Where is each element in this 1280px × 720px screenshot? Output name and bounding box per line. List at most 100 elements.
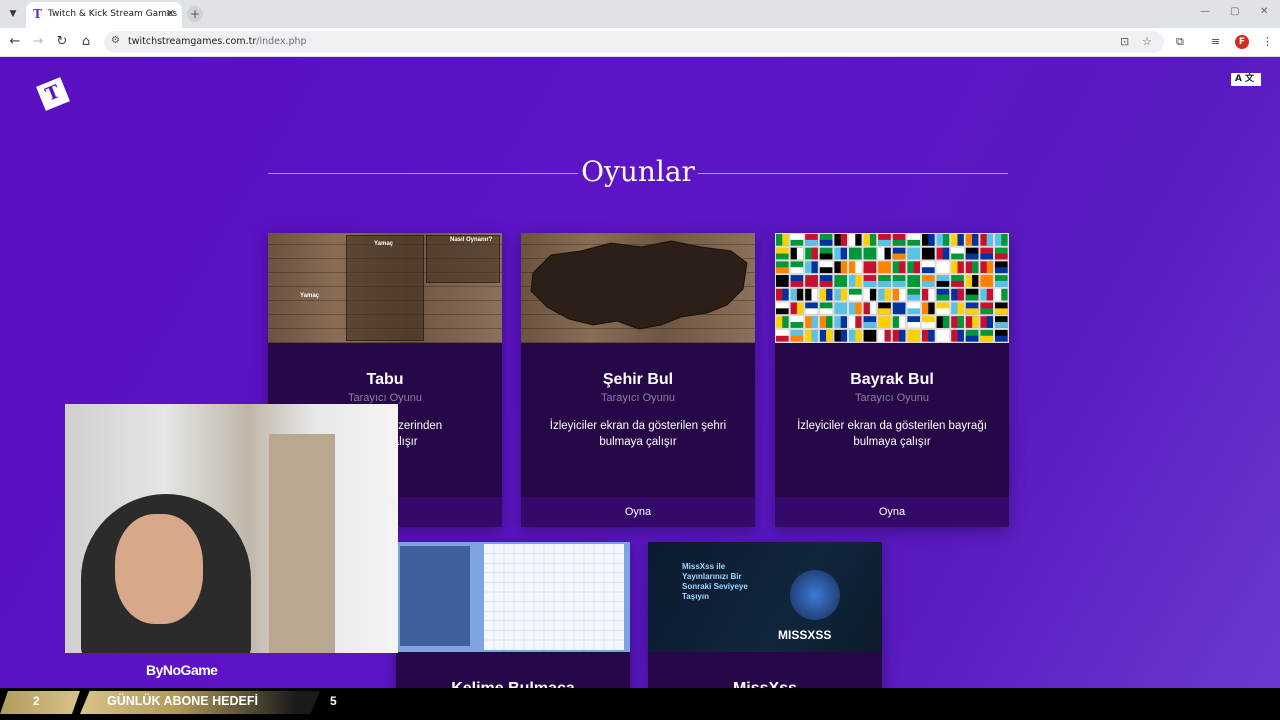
word-panel (400, 546, 470, 646)
play-button[interactable]: Oyna (775, 497, 1009, 527)
flag-tile (863, 261, 877, 274)
flag-tile (907, 275, 920, 287)
card-title: Tabu (366, 371, 404, 388)
subscriber-goal-bar: 2 GÜNLÜK ABONE HEDEFİ 5 (0, 688, 1280, 720)
play-button[interactable]: Oyna (521, 497, 755, 527)
flag-tile (922, 261, 935, 274)
flag-tile (965, 275, 979, 287)
turkey-map-thumbnail (521, 233, 755, 343)
flag-tile (863, 275, 877, 287)
flag-tile (878, 302, 891, 315)
flag-tile (878, 316, 891, 328)
flag-tile (907, 247, 920, 260)
flag-tile (805, 261, 818, 274)
flag-tile (965, 247, 979, 260)
mascot-icon (790, 570, 840, 620)
forward-icon[interactable]: → (30, 34, 46, 50)
close-icon[interactable]: ✕ (166, 7, 175, 20)
flag-tile (819, 234, 833, 246)
flag-tile (980, 261, 993, 274)
flag-tile (951, 302, 964, 315)
game-card-sehir-bul[interactable]: Şehir Bul Tarayıcı Oyunu İzleyiciler ekr… (521, 233, 755, 527)
site-logo[interactable]: T (36, 77, 70, 111)
flag-tile (892, 302, 906, 315)
card-title: Kelime Bulmaca (396, 680, 630, 688)
reload-icon[interactable]: ↻ (54, 34, 70, 50)
flag-tile (907, 234, 920, 246)
card-title: Şehir Bul (602, 371, 674, 388)
goal-left-segment (0, 691, 80, 714)
flag-tile (819, 275, 833, 287)
flag-tile (936, 247, 950, 260)
flag-tile (776, 302, 789, 315)
flag-tile (776, 288, 789, 301)
back-icon[interactable]: ← (7, 34, 23, 50)
minimize-icon[interactable]: — (1200, 6, 1210, 17)
flag-tile (951, 329, 964, 342)
flag-tile (819, 247, 833, 260)
goal-target: 5 (330, 694, 337, 708)
flag-tile (849, 275, 862, 287)
flag-tile (849, 261, 862, 274)
flag-tile (936, 329, 950, 342)
missxss-bg: MissXss ile Yayınlarınızı Bir Sonraki Se… (648, 542, 882, 652)
flag-tile (805, 288, 818, 301)
language-button[interactable]: A文 (1231, 73, 1261, 86)
flag-tile (892, 261, 906, 274)
flag-tile (951, 247, 964, 260)
flag-tile (863, 288, 877, 301)
flag-tile (790, 288, 804, 301)
flag-tile (776, 275, 789, 287)
new-tab-button[interactable]: + (187, 6, 203, 22)
url-text: twitchstreamgames.com.tr/index.php (128, 36, 307, 47)
browser-toolbar: ← → ↻ ⌂ ⚙ twitchstreamgames.com.tr/index… (0, 28, 1280, 57)
window-close-icon[interactable]: ✕ (1260, 6, 1268, 17)
flag-tile (819, 329, 833, 342)
address-bar[interactable]: ⚙ twitchstreamgames.com.tr/index.php ⊡ ☆ (104, 31, 1164, 53)
flag-tile (819, 261, 833, 274)
bookmark-star-icon[interactable]: ☆ (1142, 35, 1152, 48)
flag-tile (995, 316, 1008, 328)
flag-tile (863, 234, 877, 246)
flag-tile (776, 316, 789, 328)
site-info-icon[interactable]: ⚙ (111, 35, 120, 46)
tab-search-icon[interactable]: ▼ (6, 7, 20, 21)
flag-tile (892, 234, 906, 246)
turkey-map-shape (530, 240, 748, 330)
restore-icon[interactable]: ▢ (1230, 6, 1239, 17)
browser-tab[interactable]: T Twitch & Kick Stream Games ✕ (26, 2, 182, 28)
media-control-icon[interactable]: ≡ (1211, 35, 1220, 48)
flag-tile (805, 234, 818, 246)
flag-tile (878, 234, 891, 246)
home-icon[interactable]: ⌂ (78, 34, 94, 50)
game-card-missxss[interactable]: MissXss ile Yayınlarınızı Bir Sonraki Se… (648, 542, 882, 688)
game-card-kelime-bulmaca[interactable]: Kelime Bulmaca (396, 542, 630, 688)
flag-tile (922, 288, 935, 301)
flag-tile (995, 329, 1008, 342)
flag-tile (936, 234, 950, 246)
install-app-icon[interactable]: ⊡ (1120, 35, 1129, 48)
bookshelf (269, 434, 335, 653)
brand-logo: ByNoGame (146, 662, 218, 678)
flag-tile (965, 261, 979, 274)
extensions-icon[interactable]: ⧉ (1176, 35, 1184, 49)
card-description: İzleyiciler ekran da gösterilen şehri bu… (549, 420, 727, 448)
game-card-bayrak-bul[interactable]: Bayrak Bul Tarayıcı Oyunu İzleyiciler ek… (775, 233, 1009, 527)
flag-tile (790, 329, 804, 342)
flag-tile (834, 275, 847, 287)
flag-tile (995, 247, 1008, 260)
flag-tile (907, 316, 920, 328)
card-title: Bayrak Bul (850, 371, 934, 388)
flag-tile (965, 329, 979, 342)
card-description: İzleyiciler ekran da gösterilen bayrağı … (797, 420, 987, 448)
profile-avatar-icon[interactable]: F (1235, 35, 1249, 49)
flag-tile (878, 275, 891, 287)
flag-tile (776, 329, 789, 342)
flag-tile (790, 247, 804, 260)
flag-tile (965, 234, 979, 246)
menu-kebab-icon[interactable]: ⋮ (1262, 35, 1273, 48)
flag-tile (892, 247, 906, 260)
flag-tile (790, 316, 804, 328)
flag-tile (922, 275, 935, 287)
tab-title: Twitch & Kick Stream Games (48, 9, 178, 19)
